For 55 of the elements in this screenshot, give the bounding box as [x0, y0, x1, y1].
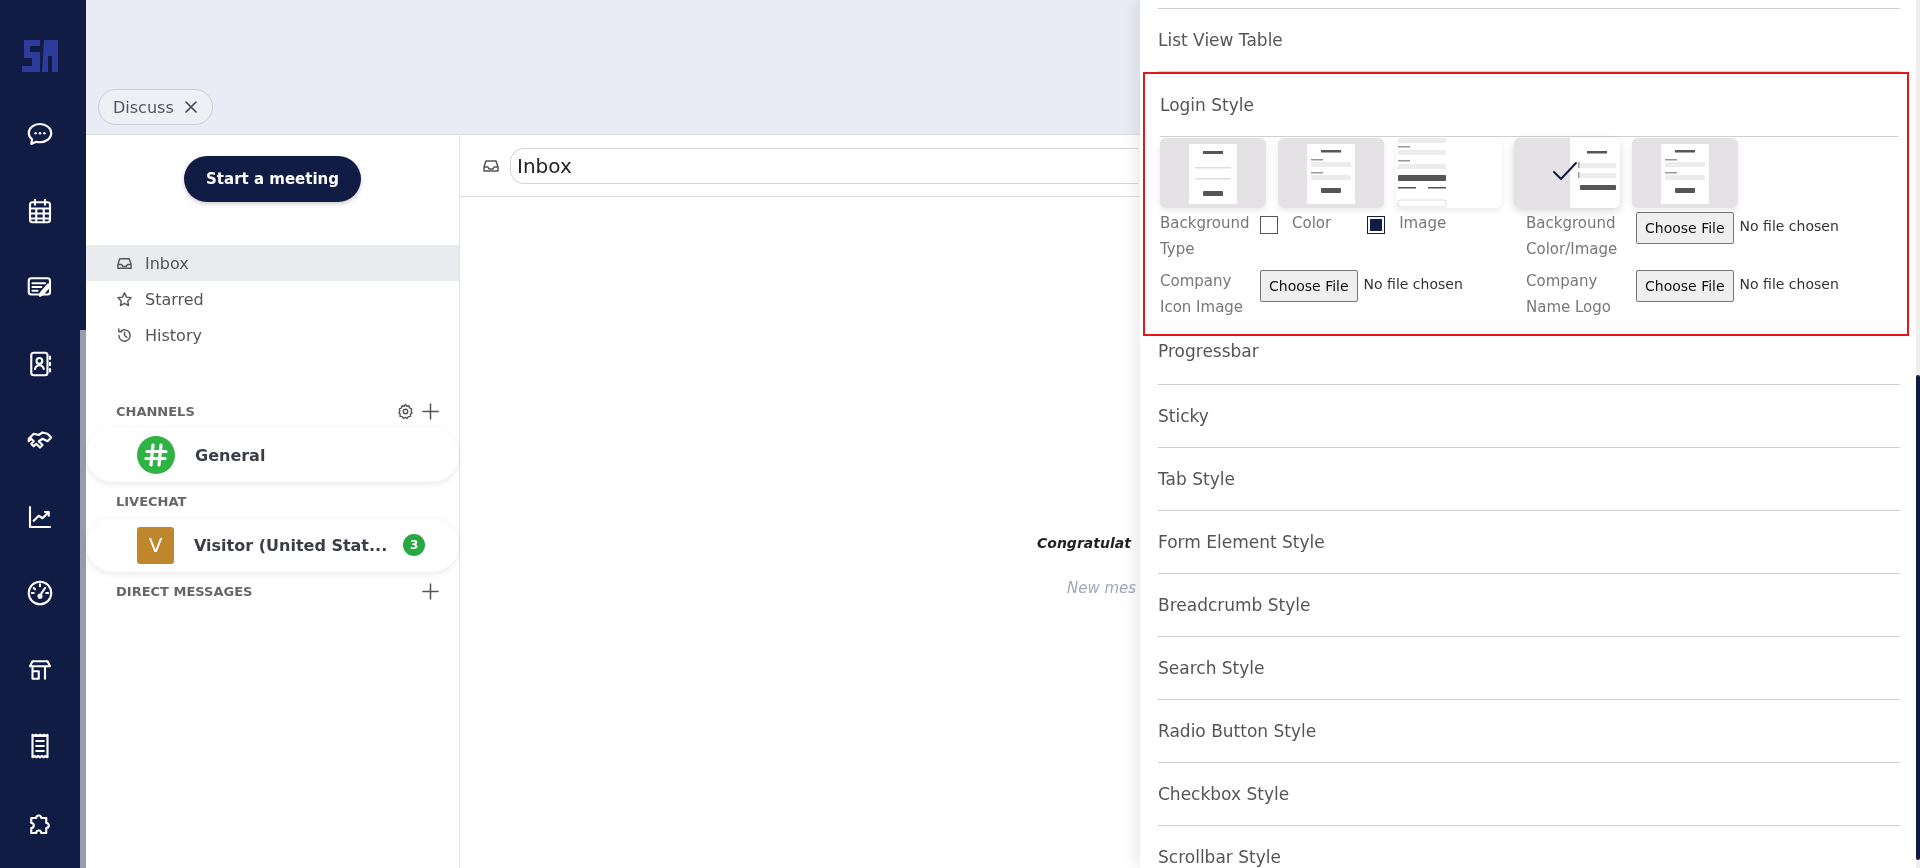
conversation-item[interactable]: V Visitor (United Stat... 3 [86, 518, 459, 572]
conversation-item[interactable]: General [86, 428, 459, 482]
section-header[interactable]: List View Table [1158, 9, 1900, 72]
start-meeting-button[interactable]: Start a meeting [184, 156, 361, 202]
choose-file-button[interactable]: Choose File [1636, 270, 1734, 302]
field-label: Background Color/Image [1526, 213, 1619, 260]
avatar: V [137, 526, 174, 564]
checkbox[interactable] [1260, 216, 1278, 234]
unread-count: 3 [403, 534, 426, 556]
login-layout-thumbnail[interactable] [1278, 138, 1384, 208]
file-status: No file chosen [1739, 276, 1839, 292]
file-status: No file chosen [1739, 218, 1839, 234]
login-layout-thumbnail[interactable] [1514, 138, 1620, 208]
section-header[interactable]: Sticky [1158, 385, 1900, 448]
thread-title-field[interactable]: Inbox [510, 147, 1138, 184]
field-label: Company Icon Image [1160, 271, 1245, 318]
file-status: No file chosen [1363, 276, 1463, 292]
field-label: Background Type [1160, 213, 1251, 260]
section-header[interactable]: Breadcrumb Style [1158, 574, 1900, 637]
section-heading: LIVECHAT [116, 493, 188, 509]
login-layout-thumbnail[interactable] [1632, 138, 1738, 208]
hash-icon [137, 436, 175, 474]
section-header[interactable]: Radio Button Style [1158, 700, 1900, 763]
gauge-icon[interactable] [25, 578, 55, 608]
mailbox-item[interactable]: Inbox [86, 245, 459, 281]
mailbox-item[interactable]: History [86, 317, 459, 353]
scrollbar[interactable] [80, 330, 86, 868]
star-icon [116, 290, 133, 308]
settings-icon[interactable] [397, 402, 414, 420]
section-header[interactable]: Form Element Style [1158, 511, 1900, 574]
section-heading: CHANNELS [116, 403, 196, 419]
scrollbar[interactable] [1916, 375, 1920, 860]
section-header[interactable]: Progressbar [1158, 336, 1900, 385]
section-header[interactable]: Login Style [1160, 74, 1898, 137]
mailbox-item[interactable]: Starred [86, 281, 459, 317]
field-label: Company Name Logo [1526, 271, 1612, 318]
checkbox[interactable] [1367, 216, 1386, 234]
login-layout-thumbnail[interactable] [1160, 138, 1266, 208]
add-icon[interactable] [422, 402, 439, 420]
tab[interactable]: Discuss [98, 89, 213, 125]
section-header[interactable]: Search Style [1158, 637, 1900, 700]
empty-state-title: Congratulat [1037, 535, 1131, 551]
empty-state-text: New mes [1066, 579, 1137, 597]
section-header[interactable]: Checkbox Style [1158, 763, 1900, 826]
login-layout-thumbnail[interactable] [1396, 138, 1502, 208]
choose-file-button[interactable]: Choose File [1636, 212, 1734, 244]
section-header[interactable]: Tab Style [1158, 448, 1900, 511]
section-header[interactable]: Scrollbar Style [1158, 826, 1900, 868]
section-heading: DIRECT MESSAGES [116, 583, 254, 599]
checkbox-label: Image [1399, 214, 1447, 232]
choose-file-button[interactable]: Choose File [1260, 270, 1358, 302]
add-icon[interactable] [422, 582, 439, 600]
close-icon[interactable] [183, 100, 198, 114]
history-icon [116, 326, 133, 344]
checkbox-label: Color [1292, 214, 1332, 232]
